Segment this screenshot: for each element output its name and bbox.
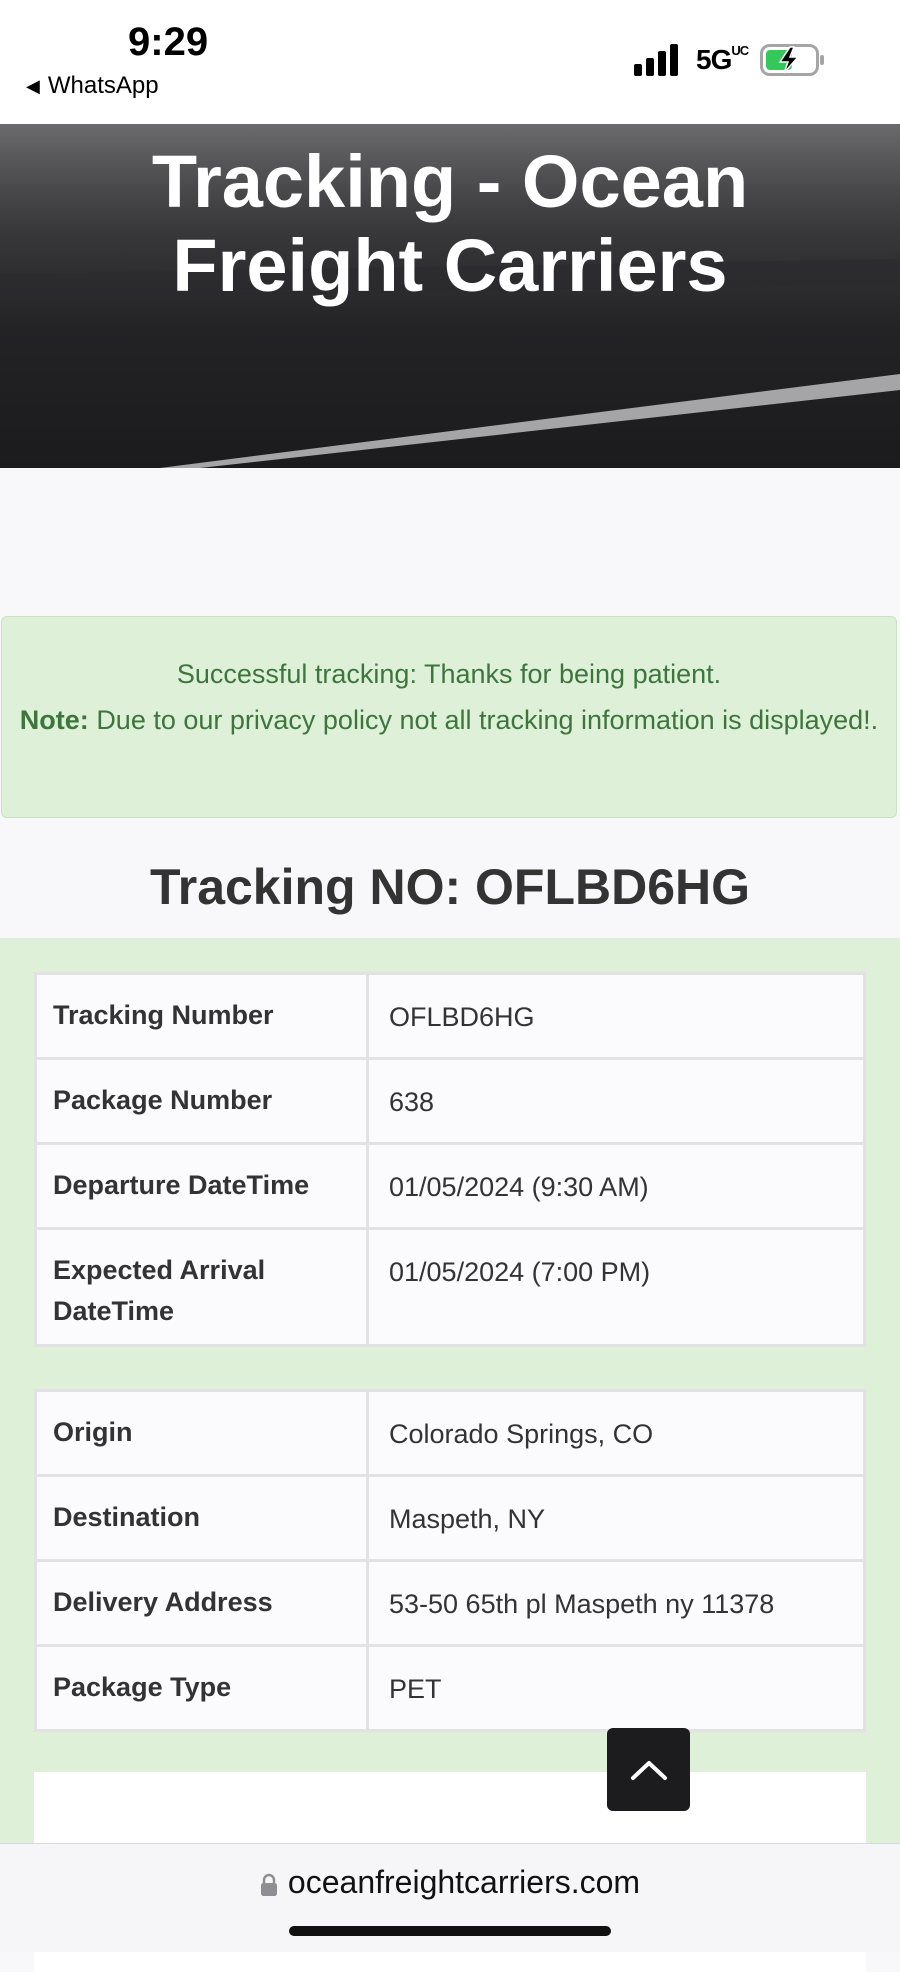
row-label: Delivery Address	[34, 1559, 369, 1647]
lock-icon	[260, 1873, 277, 1896]
home-indicator[interactable]	[289, 1926, 611, 1936]
table-row: Tracking Number OFLBD6HG	[34, 972, 866, 1060]
back-to-app-button[interactable]: ◀ WhatsApp	[26, 72, 159, 100]
row-value: 53-50 65th pl Maspeth ny 11378	[366, 1559, 866, 1647]
back-triangle-icon: ◀	[26, 75, 40, 96]
status-bar: 9:29 ◀ WhatsApp 5GUC	[0, 0, 900, 124]
table-row: Departure DateTime 01/05/2024 (9:30 AM)	[34, 1142, 866, 1230]
alert-message: Successful tracking: Thanks for being pa…	[176, 659, 722, 689]
address-display[interactable]: oceanfreightcarriers.com	[0, 1864, 900, 1901]
table-row: Package Type PET	[34, 1644, 866, 1732]
table-row: Package Number 638	[34, 1057, 866, 1145]
row-value: Maspeth, NY	[366, 1474, 866, 1562]
row-label: Expected Arrival DateTime	[34, 1227, 369, 1347]
tracking-number-heading: Tracking NO: OFLBD6HG	[149, 859, 751, 915]
status-time: 9:29	[128, 20, 209, 64]
back-app-label: WhatsApp	[47, 72, 159, 99]
alert-note-text: Due to our privacy policy not all tracki…	[96, 705, 879, 735]
delivery-details-table: Origin Colorado Springs, CO Destination …	[34, 1389, 866, 1732]
scroll-to-top-button[interactable]	[607, 1728, 690, 1811]
url-domain: oceanfreightcarriers.com	[287, 1864, 641, 1900]
hero-banner: Tracking - Ocean Freight Carriers	[0, 124, 900, 468]
row-value: 01/05/2024 (9:30 AM)	[366, 1142, 866, 1230]
row-value: OFLBD6HG	[366, 972, 866, 1060]
row-label: Destination	[34, 1474, 369, 1562]
row-value: Colorado Springs, CO	[366, 1389, 866, 1477]
battery-charging-icon	[760, 44, 824, 76]
page-title-line-2: Freight Carriers	[172, 224, 728, 307]
alert-note-label: Note:	[19, 705, 89, 735]
shipment-details-table: Tracking Number OFLBD6HG Package Number …	[34, 972, 866, 1347]
table-row: Origin Colorado Springs, CO	[34, 1389, 866, 1477]
row-label: Departure DateTime	[34, 1142, 369, 1230]
page-title-line-1: Tracking - Ocean	[151, 140, 749, 223]
page-title: Tracking - Ocean Freight Carriers	[0, 140, 900, 308]
row-label: Tracking Number	[34, 972, 369, 1060]
network-label: 5G	[696, 44, 732, 75]
row-label: Package Number	[34, 1057, 369, 1145]
network-sup: UC	[731, 43, 749, 58]
chevron-up-icon	[630, 1760, 667, 1780]
network-indicator: 5GUC	[696, 43, 749, 76]
row-value: 638	[366, 1057, 866, 1145]
row-label: Origin	[34, 1389, 369, 1477]
table-row: Expected Arrival DateTime 01/05/2024 (7:…	[34, 1227, 866, 1347]
browser-address-bar[interactable]: oceanfreightcarriers.com	[0, 1843, 900, 1952]
signal-icon	[634, 44, 678, 76]
row-value: 01/05/2024 (7:00 PM)	[366, 1227, 866, 1347]
row-value: PET	[366, 1644, 866, 1732]
success-alert: Successful tracking: Thanks for being pa…	[1, 616, 897, 818]
alert-note: Note: Due to our privacy policy not all …	[2, 697, 896, 743]
table-row: Destination Maspeth, NY	[34, 1474, 866, 1562]
table-row: Delivery Address 53-50 65th pl Maspeth n…	[34, 1559, 866, 1647]
row-label: Package Type	[34, 1644, 369, 1732]
